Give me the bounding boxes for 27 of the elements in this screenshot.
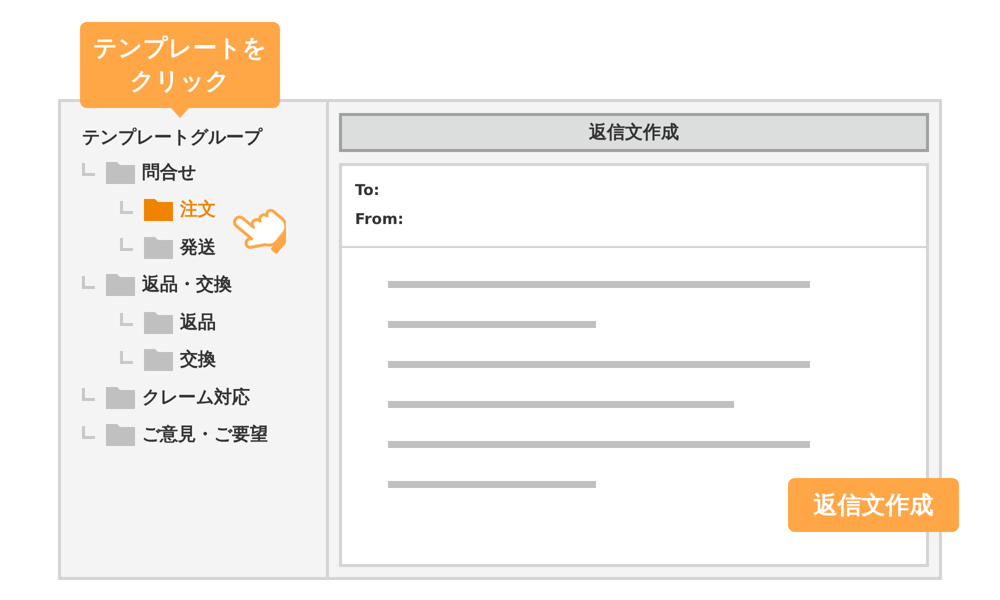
folder-icon (106, 162, 135, 184)
tree-branch-icon (82, 426, 95, 439)
folder-icon (144, 236, 173, 259)
header-field-label: To: (355, 180, 380, 200)
tree-item[interactable]: ご意見・ご要望 (142, 423, 268, 448)
tree-branch-icon (120, 200, 133, 214)
tree-branch-icon (120, 350, 133, 364)
tree-branch-icon (82, 163, 95, 176)
folder-icon (144, 312, 173, 334)
tree-item[interactable]: クレーム対応 (142, 386, 250, 410)
tree-branch-icon (82, 276, 95, 289)
compose-title-bar: 返信文作成 (339, 113, 929, 152)
folder-icon (144, 349, 173, 372)
folder-icon (106, 424, 135, 446)
folder-icon (106, 386, 135, 409)
folder-icon (106, 274, 135, 296)
tree-branch-icon (120, 238, 133, 252)
tree-branch-icon (82, 388, 95, 402)
header-field-label: From: (355, 209, 404, 229)
tree-branch-icon (120, 313, 133, 326)
sidebar-title: テンプレートグループ (82, 126, 262, 150)
tree-item[interactable]: 返品 (180, 310, 216, 335)
tree-item[interactable]: 発送 (180, 236, 216, 260)
folder-icon (144, 199, 173, 222)
tree-item[interactable]: 問合せ (142, 160, 196, 185)
tree-item[interactable]: 交換 (180, 348, 216, 372)
tree-item[interactable]: 返品・交換 (142, 273, 232, 298)
